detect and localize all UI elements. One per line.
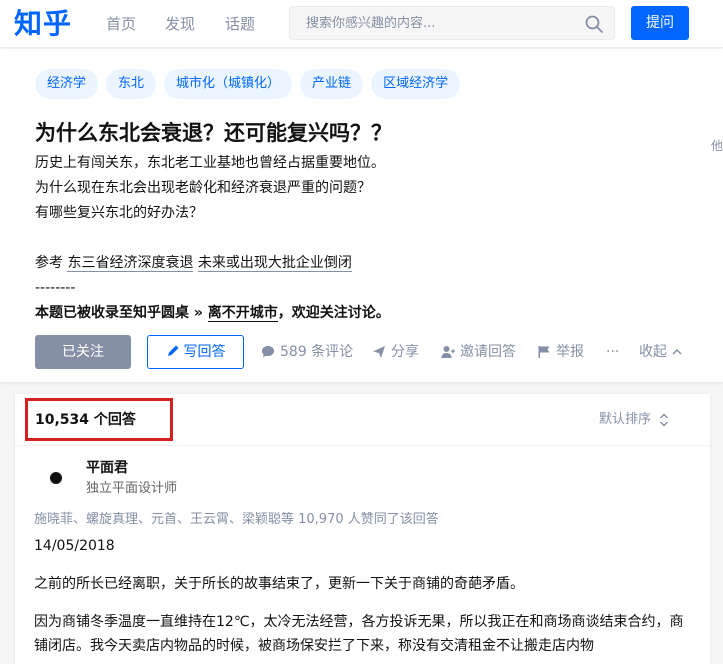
invite-label: 邀请回答 [460, 344, 516, 360]
nav-home[interactable]: 首页 [106, 14, 136, 34]
share-icon [373, 346, 385, 358]
roundtable-link[interactable]: 离不开城市 [207, 305, 278, 322]
topic-tag[interactable]: 产业链 [300, 69, 364, 99]
nav-discover[interactable]: 发现 [165, 14, 195, 34]
topic-tag[interactable]: 城市化（城镇化） [164, 69, 293, 99]
flag-icon [538, 346, 550, 358]
followed-button[interactable]: 已关注 [35, 335, 131, 369]
answer-count: 10,534 个回答 [35, 412, 136, 428]
nav-topics[interactable]: 话题 [225, 14, 255, 34]
avatar-mark [50, 472, 62, 484]
reference-link[interactable]: 未来或出现大批企业倒闭 [197, 255, 352, 272]
answer-paragraph: 之前的所长已经离职，关于所长的故事结束了，更新一下关于商铺的奇葩矛盾。 [34, 576, 524, 592]
share-button[interactable]: 分享 [372, 343, 419, 361]
topic-tags: 经济学 东北 城市化（城镇化） 产业链 区域经济学 [35, 69, 461, 99]
roundtable-note: 本题已被收录至知乎圆桌 » 离不开城市，欢迎关注讨论。 [35, 303, 390, 323]
topic-tag[interactable]: 经济学 [35, 69, 99, 99]
answer-list-card: 10,534 个回答 默认排序 平面君 独立平面设计师 施晓菲、螺旋真理、元首、… [15, 394, 710, 664]
voters-line[interactable]: 施晓菲、螺旋真理、元首、王云霄、梁颖聪等 10,970 人赞同了该回答 [34, 510, 439, 530]
question-desc-line: 为什么现在东北会出现老龄化和经济衰退严重的问题？ [35, 180, 371, 196]
sort-dropdown[interactable]: 默认排序 [599, 410, 669, 430]
collapse-label: 收起 [639, 344, 667, 360]
invite-button[interactable]: 邀请回答 [441, 343, 516, 361]
collapse-button[interactable]: 收起 [639, 343, 682, 361]
more-button[interactable]: ··· [606, 343, 619, 361]
reference-prefix: 参考 [35, 255, 63, 271]
share-label: 分享 [391, 344, 419, 360]
question-card: 经济学 东北 城市化（城镇化） 产业链 区域经济学 他 为什么东北会衰退？还可能… [0, 49, 723, 382]
search-input[interactable]: 搜索你感兴趣的内容... [289, 6, 615, 40]
write-answer-button[interactable]: 写回答 [147, 335, 244, 369]
question-title: 为什么东北会衰退？还可能复兴吗？？ [35, 121, 392, 145]
invite-icon [441, 346, 455, 358]
question-desc-line: 历史上有闯关东，东北老工业基地也曾经占据重要地位。 [35, 155, 385, 171]
search-placeholder: 搜索你感兴趣的内容... [306, 16, 436, 31]
zhihu-logo[interactable]: 知乎 [14, 6, 72, 42]
comments-label: 589 条评论 [280, 344, 354, 360]
write-answer-label: 写回答 [183, 344, 226, 360]
answer-list-header: 10,534 个回答 默认排序 [15, 394, 710, 446]
search-icon[interactable] [584, 14, 604, 34]
topic-tag[interactable]: 区域经济学 [371, 69, 461, 99]
side-panel-glyph: 他 [711, 139, 723, 153]
author-bio: 独立平面设计师 [86, 481, 178, 496]
question-actions: 已关注 写回答 589 条评论 分享 邀请回答 举报 ··· 收起 [35, 335, 695, 369]
answer-paragraph: 因为商铺冬季温度一直维持在12℃，太冷无法经营，各方投诉无果，所以我正在和商场商… [34, 614, 684, 654]
chevron-up-icon [672, 348, 682, 355]
sort-label: 默认排序 [599, 412, 652, 427]
comment-icon [262, 346, 274, 358]
pencil-icon [167, 345, 178, 356]
report-button[interactable]: 举报 [537, 343, 584, 361]
roundtable-prefix: 本题已被收录至知乎圆桌 » [35, 305, 203, 321]
question-desc-line: 有哪些复兴东北的好办法？ [35, 205, 203, 221]
topic-tag[interactable]: 东北 [106, 69, 157, 99]
divider-text: -------- [35, 280, 76, 296]
author-name[interactable]: 平面君 [86, 458, 128, 478]
reference-link[interactable]: 东三省经济深度衰退 [67, 255, 194, 272]
sort-chevron-icon [660, 413, 669, 427]
answer-date: 14/05/2018 [34, 538, 115, 554]
top-bar: 知乎 首页 发现 话题 搜索你感兴趣的内容... 提问 [0, 0, 723, 48]
comments-button[interactable]: 589 条评论 [261, 343, 353, 361]
report-label: 举报 [556, 344, 584, 360]
roundtable-suffix: ，欢迎关注讨论。 [277, 305, 390, 321]
author-avatar[interactable] [44, 466, 68, 490]
reference-line: 参考 东三省经济深度衰退 未来或出现大批企业倒闭 [35, 253, 352, 273]
ask-button[interactable]: 提问 [631, 6, 689, 40]
